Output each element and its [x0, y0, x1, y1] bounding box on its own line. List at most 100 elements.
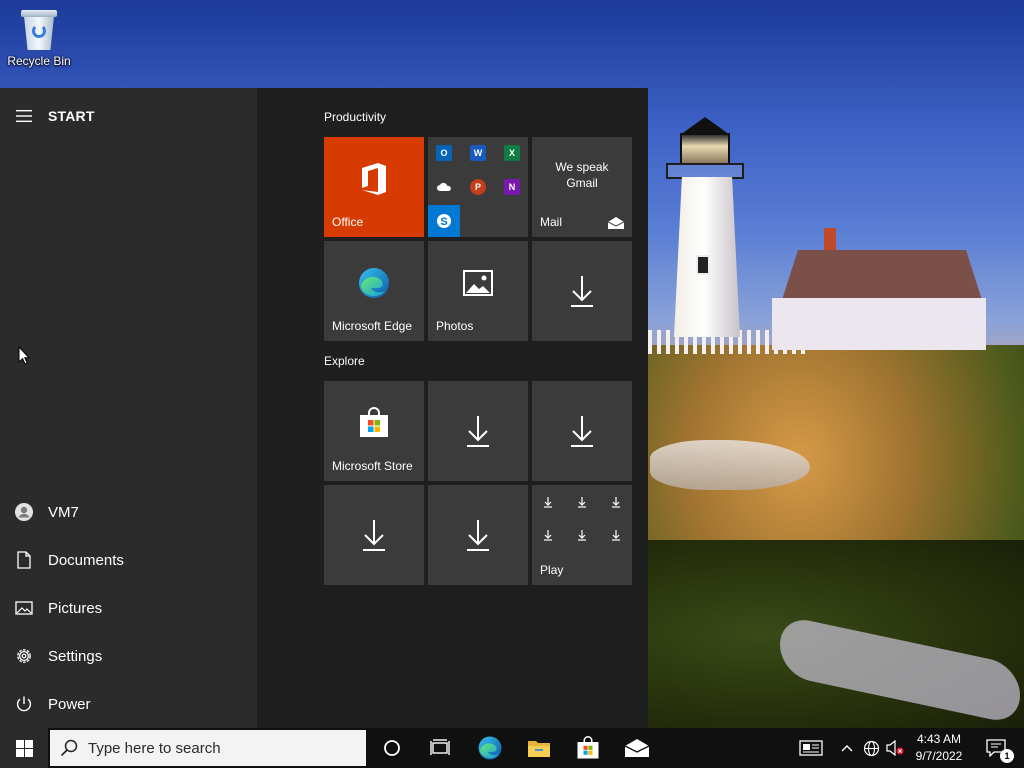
start-button[interactable]: [0, 728, 48, 768]
action-center-button[interactable]: 1: [976, 728, 1016, 768]
taskbar-search-box[interactable]: Type here to search: [50, 730, 366, 766]
task-view-icon: [430, 739, 450, 755]
tile-office[interactable]: Office: [324, 137, 424, 237]
tile-play-folder[interactable]: Play: [532, 485, 632, 585]
download-icon: [467, 520, 489, 551]
tile-office-apps-folder[interactable]: O W X P N S: [428, 137, 528, 237]
user-icon: [0, 492, 48, 532]
taskbar: Type here to search 4:43 AM 9/7/2022 1: [0, 728, 1024, 768]
news-button[interactable]: [794, 728, 828, 768]
mail-icon: [625, 739, 649, 757]
onenote-icon[interactable]: N: [504, 179, 520, 195]
tile-download-placeholder[interactable]: [428, 485, 528, 585]
download-icon: [467, 416, 489, 447]
svg-text:S: S: [440, 216, 447, 228]
cortana-icon: [384, 740, 400, 756]
rail-item-user[interactable]: VM7: [0, 492, 257, 532]
tile-microsoft-store[interactable]: Microsoft Store: [324, 381, 424, 481]
volume-button[interactable]: [884, 728, 906, 768]
clock-date: 9/7/2022: [915, 749, 963, 763]
tile-download-placeholder[interactable]: [428, 381, 528, 481]
group-title-productivity: Productivity: [324, 110, 387, 124]
play-folder-download-icons: [544, 497, 620, 541]
tile-microsoft-edge[interactable]: Microsoft Edge: [324, 241, 424, 341]
rail-item-label: VM7: [48, 503, 79, 521]
bin-lid: [21, 10, 57, 17]
taskbar-edge[interactable]: [466, 728, 514, 768]
recycle-symbol: [32, 24, 46, 38]
search-input[interactable]: Type here to search: [88, 740, 221, 757]
tile-label: Microsoft Store: [332, 459, 413, 473]
house-roof: [782, 250, 982, 300]
rail-item-label: Settings: [48, 647, 103, 665]
tile-download-placeholder[interactable]: [324, 485, 424, 585]
tile-mail[interactable]: We speak Gmail Mail: [532, 137, 632, 237]
windows-logo-icon: [15, 739, 33, 757]
tile-label: Play: [540, 563, 564, 577]
download-icon: [571, 276, 593, 307]
search-icon: [50, 730, 88, 766]
word-icon[interactable]: W: [470, 145, 486, 161]
rail-item-pictures[interactable]: Pictures: [0, 588, 257, 628]
taskbar-mail[interactable]: [613, 728, 661, 768]
download-icon: [571, 416, 593, 447]
tile-label: Office: [332, 215, 364, 229]
network-icon: [863, 740, 879, 756]
onedrive-icon[interactable]: [436, 179, 452, 195]
tile-label: Mail: [540, 215, 563, 229]
mail-icon: [608, 217, 624, 229]
file-explorer-icon: [528, 741, 550, 757]
start-menu: START VM7 Documents Pictures Settings Po…: [0, 88, 648, 728]
cortana-button[interactable]: [368, 728, 416, 768]
rail-item-documents[interactable]: Documents: [0, 540, 257, 580]
wallpaper-house: [772, 228, 986, 350]
taskbar-file-explorer[interactable]: [515, 728, 563, 768]
desktop-icon-recycle-bin[interactable]: Recycle Bin: [4, 8, 74, 78]
store-icon: [360, 407, 388, 437]
tile-photos[interactable]: Photos: [428, 241, 528, 341]
powerpoint-icon[interactable]: P: [470, 179, 486, 195]
rail-item-power[interactable]: Power: [0, 684, 257, 724]
taskbar-store[interactable]: [564, 728, 612, 768]
mouse-cursor-icon: [18, 346, 30, 365]
wallpaper-rock: [650, 440, 810, 490]
house-body: [772, 298, 986, 350]
mail-tile-text: We speak Gmail: [555, 160, 609, 190]
task-view-button[interactable]: [416, 728, 464, 768]
network-button[interactable]: [860, 728, 882, 768]
start-header: START: [0, 104, 257, 128]
group-title-explore: Explore: [324, 354, 365, 368]
start-rail: START VM7 Documents Pictures Settings Po…: [0, 88, 257, 728]
tile-download-placeholder[interactable]: [532, 241, 632, 341]
start-title: START: [48, 108, 95, 124]
notification-count-badge: 1: [1000, 749, 1014, 763]
volume-muted-icon: [886, 740, 904, 756]
hamburger-icon: [16, 110, 32, 122]
power-icon: [0, 684, 48, 724]
rail-item-settings[interactable]: Settings: [0, 636, 257, 676]
tile-label: Photos: [436, 319, 474, 333]
show-hidden-icons-button[interactable]: [836, 728, 858, 768]
gear-icon: [0, 636, 48, 676]
download-icon: [363, 520, 385, 551]
tile-download-placeholder[interactable]: [532, 381, 632, 481]
rail-item-label: Documents: [48, 551, 124, 569]
store-icon: [577, 736, 599, 759]
edge-icon: [359, 268, 389, 298]
lighthouse-window: [696, 255, 710, 275]
desktop-icon-label: Recycle Bin: [7, 54, 71, 68]
rail-item-label: Power: [48, 695, 91, 713]
photos-icon: [463, 270, 493, 296]
chevron-up-icon: [841, 745, 853, 752]
skype-icon: S: [437, 214, 451, 228]
skype-tile[interactable]: S: [428, 205, 460, 237]
edge-icon: [478, 736, 502, 760]
excel-icon[interactable]: X: [504, 145, 520, 161]
wallpaper-lighthouse: [662, 105, 748, 340]
tile-label: Microsoft Edge: [332, 319, 413, 333]
outlook-icon[interactable]: O: [436, 145, 452, 161]
news-icon: [799, 740, 823, 756]
taskbar-clock[interactable]: 4:43 AM 9/7/2022: [906, 731, 972, 765]
lighthouse-gallery: [666, 163, 744, 179]
hamburger-menu-button[interactable]: [0, 104, 48, 128]
